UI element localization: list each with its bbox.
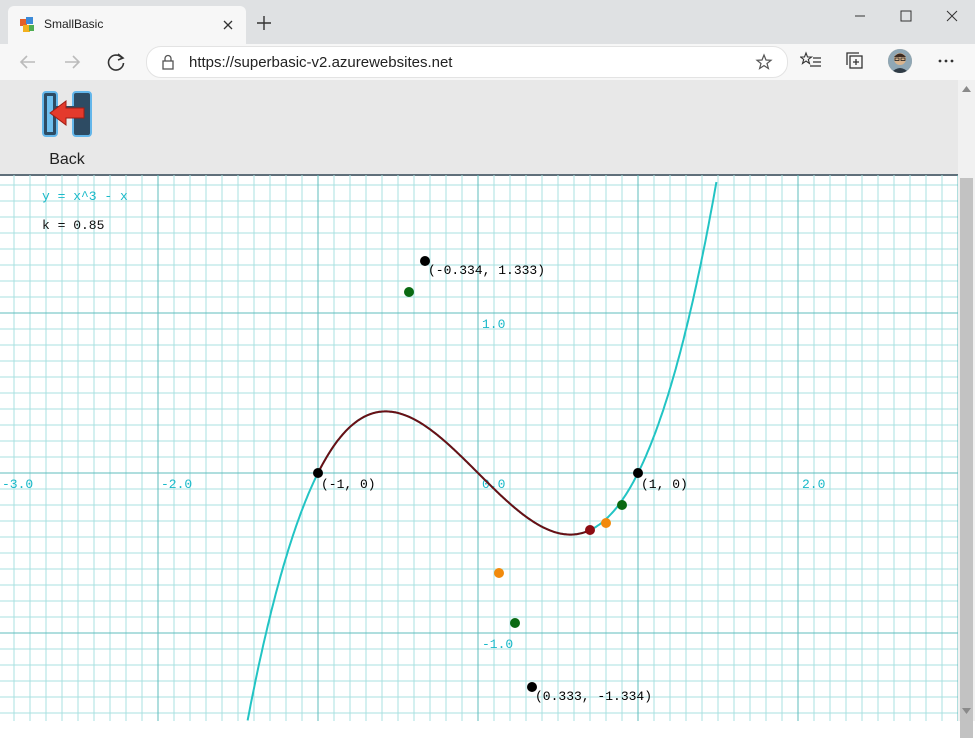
forward-arrow-icon[interactable] — [58, 48, 86, 76]
point-label-root-left: (-1, 0) — [321, 477, 376, 492]
back-arrow-icon[interactable] — [14, 48, 42, 76]
collections-icon[interactable] — [844, 50, 866, 72]
scrollbar-thumb[interactable] — [960, 178, 973, 738]
back-label: Back — [49, 151, 85, 168]
lock-icon — [162, 54, 174, 70]
grid-minor-lines — [0, 175, 958, 721]
browser-toolbar: https://superbasic-v2.azurewebsites.net — [0, 44, 975, 81]
helper-dot-green[interactable] — [404, 287, 414, 297]
favorite-star-icon[interactable] — [755, 53, 773, 71]
browser-tabstrip: SmallBasic — [0, 0, 975, 44]
address-bar[interactable]: https://superbasic-v2.azurewebsites.net — [146, 46, 788, 78]
close-window-icon[interactable] — [929, 0, 975, 32]
maximize-icon[interactable] — [883, 0, 929, 32]
helper-dot-green[interactable] — [617, 500, 627, 510]
refresh-icon[interactable] — [102, 48, 130, 76]
more-options-icon[interactable] — [935, 50, 957, 72]
new-tab-icon[interactable] — [254, 13, 274, 33]
x-axis-label: -3.0 — [2, 477, 33, 492]
profile-avatar[interactable] — [888, 49, 912, 73]
tab-title: SmallBasic — [44, 17, 104, 31]
url-text: https://superbasic-v2.azurewebsites.net — [189, 54, 453, 71]
scroll-up-icon[interactable] — [961, 84, 972, 94]
y-axis-label: -1.0 — [482, 637, 513, 652]
app-header: Back — [0, 80, 958, 176]
point-label-root-right: (1, 0) — [641, 477, 688, 492]
close-tab-icon[interactable] — [218, 15, 238, 35]
helper-dot-orange[interactable] — [494, 568, 504, 578]
minimize-icon[interactable] — [837, 0, 883, 32]
back-exit-icon — [42, 91, 92, 137]
helper-dot-green[interactable] — [510, 618, 520, 628]
scroll-down-icon[interactable] — [961, 706, 972, 716]
graph-canvas[interactable]: -3.0 -2.0 0.0 2.0 1.0 -1.0 y = x^3 - x k… — [0, 175, 958, 721]
smallbasic-favicon-icon — [20, 17, 34, 32]
point-label-local-min: (0.333, -1.334) — [535, 689, 652, 704]
profile-photo-icon — [888, 49, 912, 73]
browser-tab[interactable]: SmallBasic — [8, 6, 246, 44]
tangent-point[interactable] — [585, 525, 595, 535]
x-axis-label: -2.0 — [161, 477, 192, 492]
y-axis-label: 1.0 — [482, 317, 505, 332]
vertical-scrollbar[interactable] — [958, 80, 975, 738]
back-button[interactable]: Back — [36, 90, 100, 172]
point-label-local-max: (-0.334, 1.333) — [428, 263, 545, 278]
x-axis-label: 2.0 — [802, 477, 825, 492]
helper-dot-orange[interactable] — [601, 518, 611, 528]
k-value-label: k = 0.85 — [42, 218, 104, 233]
favorites-list-icon[interactable] — [800, 50, 822, 72]
equation-label: y = x^3 - x — [42, 189, 128, 204]
